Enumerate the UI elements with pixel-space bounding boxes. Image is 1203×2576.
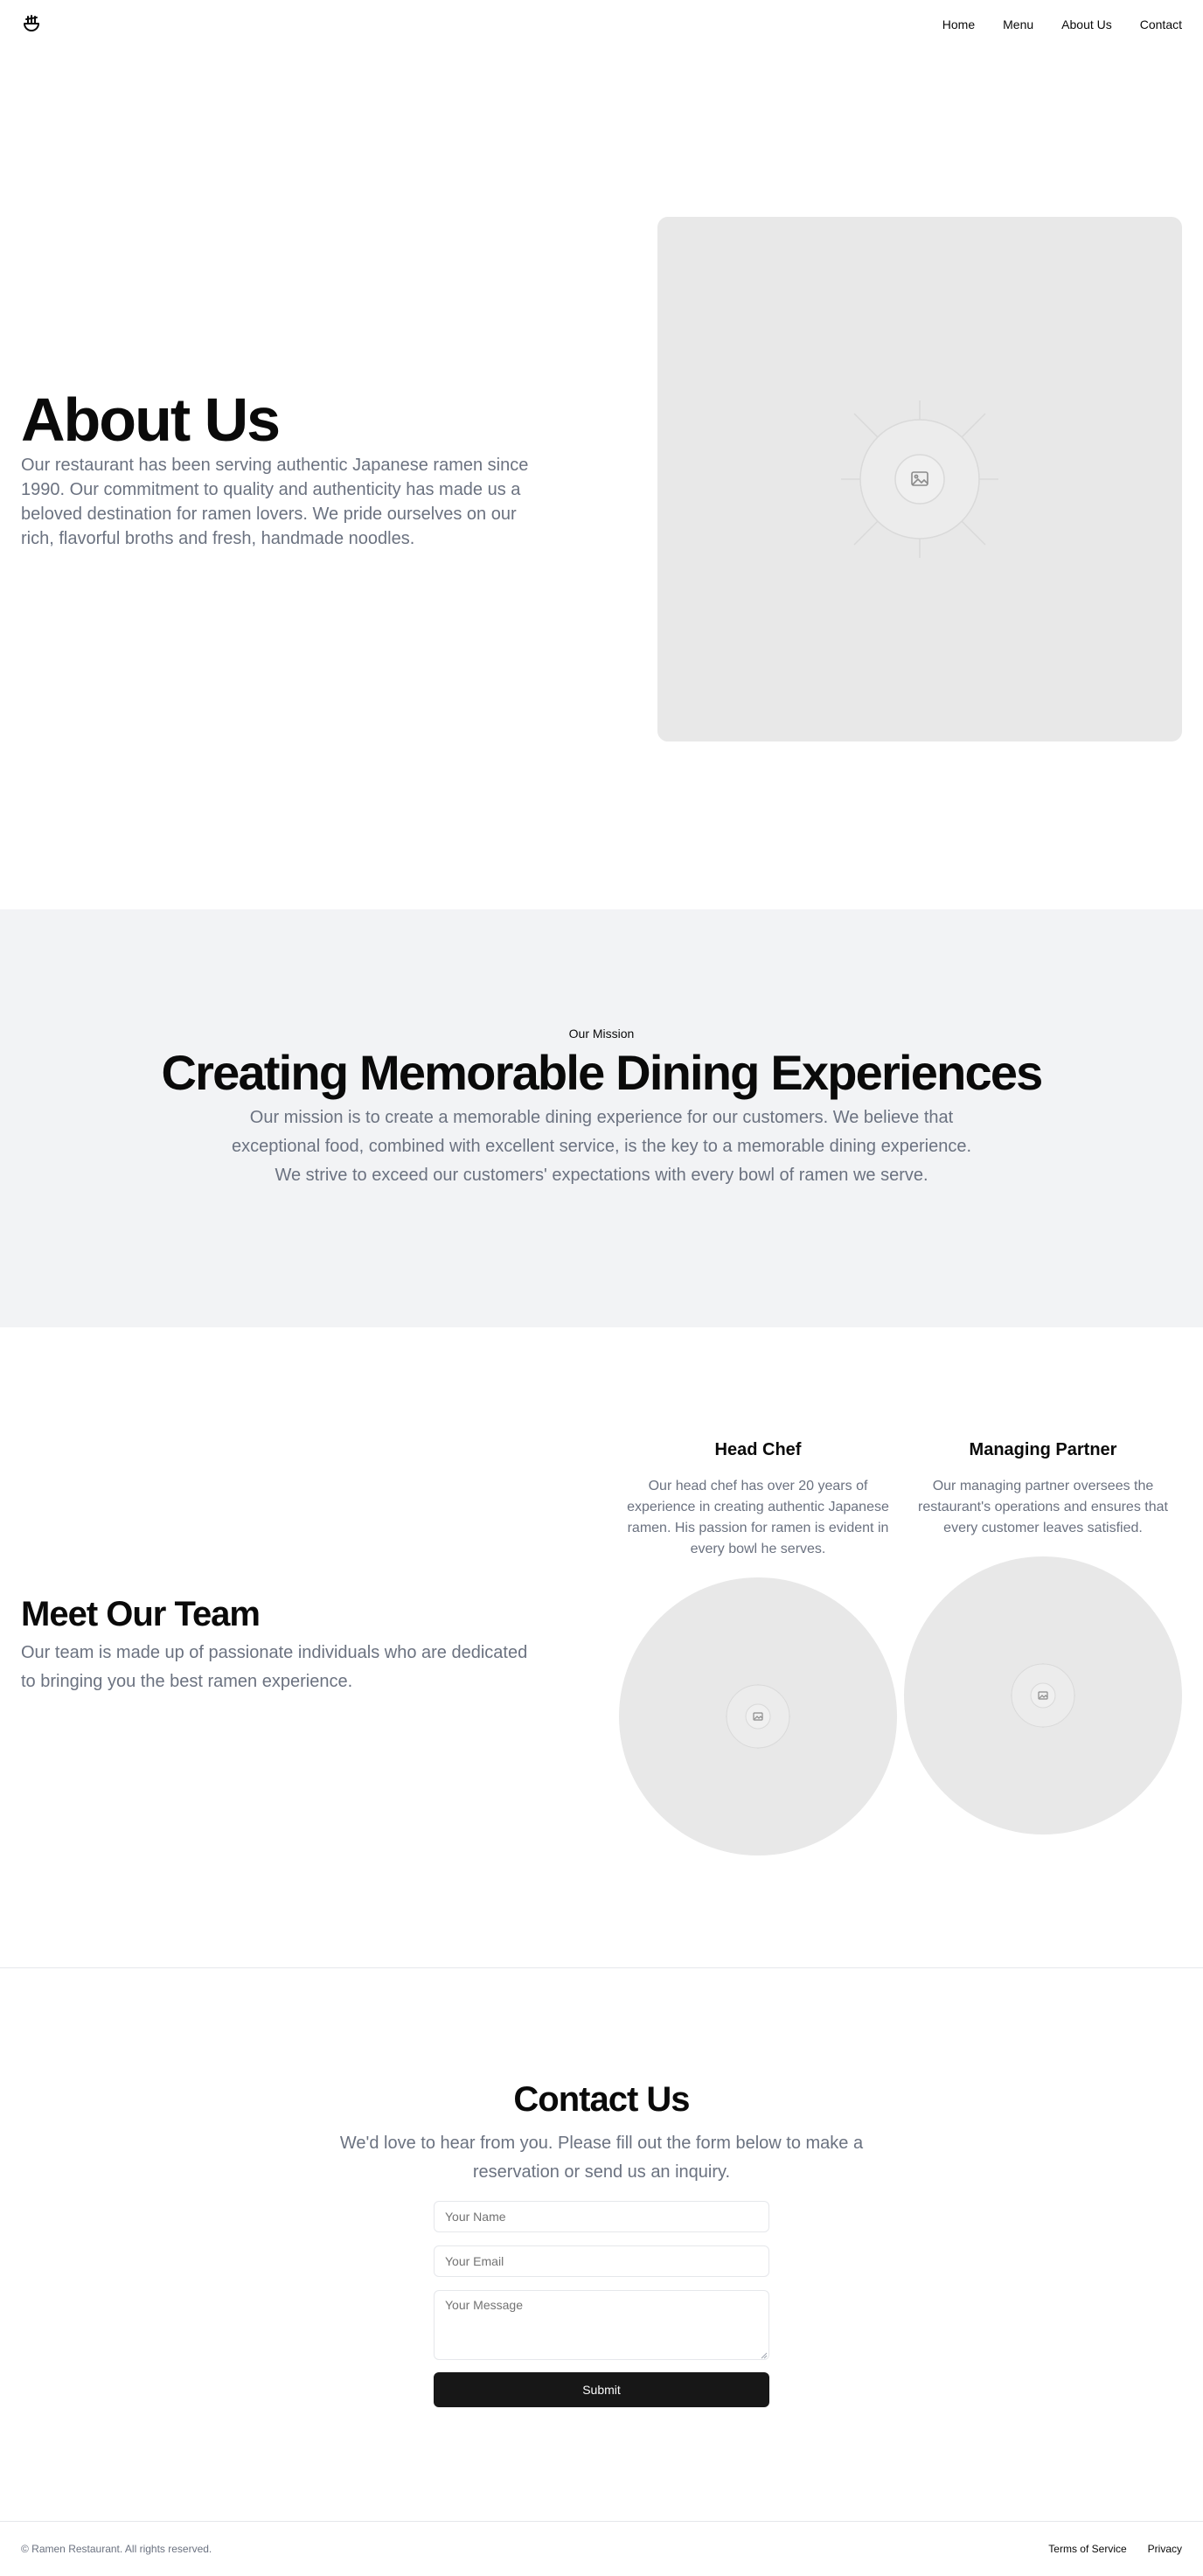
team-member-head-chef: Head Chef Our head chef has over 20 year… <box>618 1438 898 1560</box>
contact-section: Contact Us We'd love to hear from you. P… <box>0 1968 1203 2521</box>
copyright-text: © Ramen Restaurant. All rights reserved. <box>21 2543 212 2555</box>
image-placeholder-icon <box>726 1684 790 1749</box>
name-input[interactable] <box>434 2201 769 2232</box>
team-section: Meet Our Team Our team is made up of pas… <box>0 1327 1203 1967</box>
resize-grip-icon[interactable] <box>761 2352 768 2359</box>
managing-partner-photo <box>904 1556 1182 1835</box>
team-title: Meet Our Team <box>21 1595 261 1633</box>
page-title: About Us <box>21 386 281 454</box>
member-bio: Our managing partner oversees the restau… <box>918 1479 1168 1535</box>
terms-of-service-link[interactable]: Terms of Service <box>1048 2543 1126 2555</box>
nav-menu[interactable]: Menu <box>1003 16 1033 33</box>
nav-home[interactable]: Home <box>942 16 975 33</box>
message-textarea[interactable] <box>434 2290 769 2360</box>
footer-links: Terms of Service Privacy <box>1048 2543 1182 2555</box>
privacy-link[interactable]: Privacy <box>1148 2543 1182 2555</box>
mission-eyebrow: Our Mission <box>568 1027 635 1041</box>
team-description: Our team is made up of passionate indivi… <box>21 1643 528 1691</box>
image-placeholder-icon <box>1011 1663 1075 1728</box>
nav-contact[interactable]: Contact <box>1140 16 1182 33</box>
submit-button[interactable]: Submit <box>434 2372 769 2407</box>
head-chef-photo <box>619 1577 897 1855</box>
member-name: Managing Partner <box>969 1440 1117 1459</box>
about-hero-section: About Us Our restaurant has been serving… <box>0 49 1203 909</box>
mission-section: Our Mission Creating Memorable Dining Ex… <box>0 909 1203 1327</box>
hero-image <box>657 217 1182 741</box>
mission-description: Our mission is to create a memorable din… <box>231 1108 971 1185</box>
site-footer: © Ramen Restaurant. All rights reserved.… <box>0 2521 1203 2576</box>
hero-description: Our restaurant has been serving authenti… <box>21 456 529 548</box>
ramen-bowl-icon[interactable] <box>21 14 42 35</box>
site-header: Home Menu About Us Contact <box>0 0 1203 49</box>
contact-description: We'd love to hear from you. Please fill … <box>339 2134 864 2182</box>
member-bio: Our head chef has over 20 years of exper… <box>627 1479 889 1556</box>
mission-title: Creating Memorable Dining Experiences <box>161 1045 1043 1100</box>
hero-text: About Us Our restaurant has been serving… <box>21 386 546 551</box>
main-nav: Home Menu About Us Contact <box>942 16 1182 33</box>
nav-about-us[interactable]: About Us <box>1061 16 1112 33</box>
email-input[interactable] <box>434 2245 769 2277</box>
member-name: Head Chef <box>714 1440 802 1459</box>
image-placeholder-icon <box>841 400 998 558</box>
team-member-managing-partner: Managing Partner Our managing partner ov… <box>903 1438 1183 1539</box>
contact-title: Contact Us <box>513 2080 690 2119</box>
